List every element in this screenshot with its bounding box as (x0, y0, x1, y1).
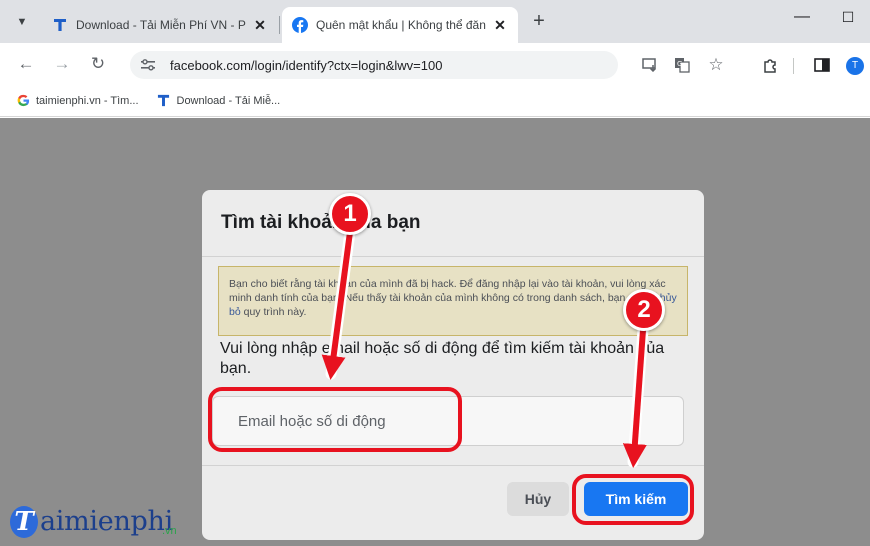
bookmarks-bar: taimienphi.vn - Tìm... Download - Tải Mi… (0, 85, 870, 117)
tab-download[interactable]: Download - Tải Miễn Phí VN - P ✕ (42, 7, 278, 43)
step-badge-1: 1 (329, 193, 371, 235)
back-arrow-icon[interactable]: ← (14, 52, 38, 76)
tab-divider (279, 16, 280, 34)
tab-facebook[interactable]: Quên mật khẩu | Không thể đăn ✕ (282, 7, 518, 43)
address-bar[interactable]: facebook.com/login/identify?ctx=login&lw… (130, 51, 618, 79)
bookmark-label: taimienphi.vn - Tìm... (36, 94, 139, 107)
tab-search-icon[interactable]: ▼ (10, 10, 34, 34)
cancel-button[interactable]: Hủy (507, 482, 569, 516)
extensions-icon[interactable] (760, 55, 780, 75)
minimize-button[interactable]: — (780, 0, 824, 34)
bookmark-label: Download - Tải Miễ... (176, 94, 281, 107)
side-panel-icon[interactable] (812, 55, 832, 75)
warning-tail: quy trình này. (243, 306, 307, 318)
warning-text: Bạn cho biết rằng tài khoản của mình đã … (229, 278, 666, 304)
install-app-icon[interactable] (640, 55, 660, 75)
step-badge-2: 2 (623, 289, 665, 331)
hack-warning-box: Bạn cho biết rằng tài khoản của mình đã … (218, 266, 688, 336)
svg-text:G: G (677, 60, 682, 68)
new-tab-button[interactable]: + (527, 10, 551, 34)
tab-title: Download - Tải Miễn Phí VN - P (76, 18, 246, 32)
screen: ▼ Download - Tải Miễn Phí VN - P ✕ Quên … (0, 0, 870, 546)
bookmark-item[interactable]: taimienphi.vn - Tìm... (16, 94, 139, 108)
watermark-suffix: .vn (162, 525, 177, 537)
reload-icon[interactable]: ↻ (86, 52, 110, 76)
translate-icon[interactable]: G (672, 55, 692, 75)
page-overlay: Tìm tài khoản của bạn Bạn cho biết rằng … (0, 118, 870, 546)
forward-arrow-icon[interactable]: → (50, 52, 74, 76)
tab-title: Quên mật khẩu | Không thể đăn (316, 18, 486, 32)
site-settings-icon[interactable] (140, 57, 156, 73)
dialog-divider (202, 256, 704, 257)
close-icon[interactable]: ✕ (492, 17, 508, 34)
instruction-text: Vui lòng nhập email hoặc số di động để t… (220, 340, 665, 377)
profile-avatar[interactable]: T (846, 57, 864, 75)
taimienphi-t-icon (52, 17, 68, 33)
watermark-text: aimienphi (40, 506, 173, 537)
bookmark-item[interactable]: Download - Tải Miễ... (157, 94, 281, 108)
facebook-icon (292, 17, 308, 33)
tab-strip: ▼ Download - Tải Miễn Phí VN - P ✕ Quên … (0, 0, 870, 43)
highlight-email-input (208, 387, 462, 452)
watermark-logo-icon: T (10, 506, 38, 538)
google-icon (16, 94, 30, 108)
url-text: facebook.com/login/identify?ctx=login&lw… (170, 57, 443, 73)
toolbar-divider (793, 58, 794, 74)
dialog-title: Tìm tài khoản của bạn (221, 212, 421, 233)
highlight-search-button (572, 474, 694, 525)
taimienphi-t-icon (157, 94, 171, 108)
maximize-button[interactable]: ☐ (826, 0, 870, 34)
bookmark-star-icon[interactable]: ☆ (706, 55, 726, 75)
taimienphi-watermark: T aimienphi (10, 506, 173, 538)
dialog-footer-divider (202, 465, 704, 466)
browser-toolbar: ← → ↻ facebook.com/login/identify?ctx=lo… (0, 43, 870, 85)
close-icon[interactable]: ✕ (252, 17, 268, 34)
